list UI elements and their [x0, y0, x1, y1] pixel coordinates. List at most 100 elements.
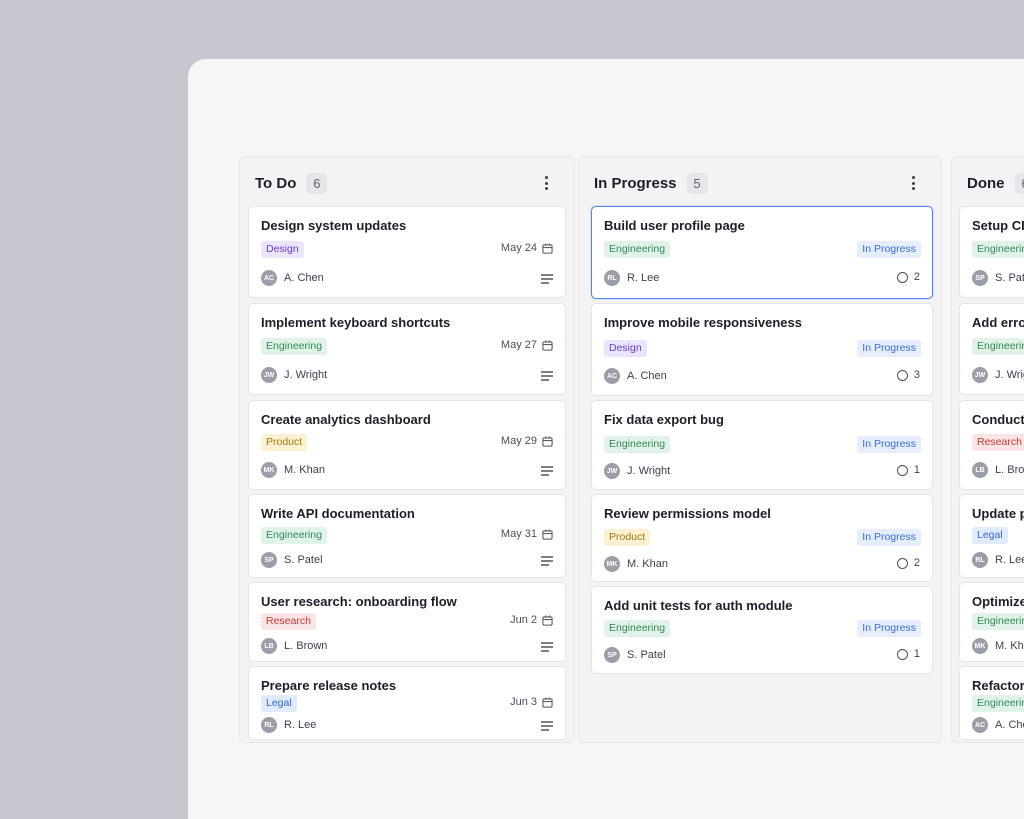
category-tag: Engineering [604, 620, 671, 637]
task-card-selected[interactable]: Build user profile page Engineering In P… [591, 206, 933, 299]
column-menu-icon[interactable] [905, 174, 921, 192]
card-title: Design system updates [261, 218, 407, 233]
assignee-name: R. Lee [995, 554, 1024, 566]
card-title: Prepare release notes [261, 678, 397, 693]
category-tag: Legal [261, 695, 297, 712]
card-title: Add unit tests for auth module [604, 598, 793, 613]
category-tag: Engineering [261, 527, 328, 544]
due-date: May 24 [501, 242, 553, 254]
column-title: Done [967, 174, 1005, 192]
assignee-name: M. Khan [627, 558, 668, 570]
avatar: SP [972, 270, 988, 286]
subtask-circle-icon [896, 557, 908, 569]
card-title: Improve mobile responsiveness [604, 315, 802, 330]
subtask-count-text: 3 [913, 369, 920, 381]
kanban-board-window: To Do 6 Design system updates Design May… [188, 59, 1024, 819]
due-date: May 31 [501, 528, 553, 540]
task-card[interactable]: Add unit tests for auth module Engineeri… [591, 586, 933, 674]
description-lines-icon [541, 371, 553, 381]
column-menu-icon[interactable] [538, 174, 554, 192]
task-card[interactable]: Update p Legal RL R. Lee [959, 494, 1024, 578]
avatar: SP [604, 647, 620, 663]
category-tag: Engineering [972, 695, 1024, 712]
card-title: Refactor r [972, 678, 1024, 693]
due-date-text: May 31 [500, 528, 537, 540]
avatar: RL [972, 552, 988, 568]
assignee-name: S. Patel [284, 554, 323, 566]
subtask-count-text: 1 [913, 648, 920, 660]
description-lines-icon [541, 274, 553, 284]
task-card[interactable]: Implement keyboard shortcuts Engineering… [248, 303, 566, 395]
subtask-count-text: 2 [913, 271, 920, 283]
category-tag: Engineering [261, 338, 328, 355]
column-header: Done 6 [967, 172, 1024, 194]
due-date-text: May 29 [500, 435, 537, 447]
category-tag: Engineering [604, 436, 671, 453]
assignee-name: A. Chen [627, 370, 667, 382]
card-title: Update p [972, 506, 1024, 521]
task-card[interactable]: Conduct Research LB L. Brow [959, 400, 1024, 490]
task-card[interactable]: Setup CI/ Engineering SP S. Pate [959, 206, 1024, 298]
subtask-circle-icon [896, 369, 908, 381]
subtask-circle-icon [896, 648, 908, 660]
column-count-badge: 6 [306, 172, 328, 194]
task-card[interactable]: Write API documentation Engineering May … [248, 494, 566, 578]
task-card[interactable]: Create analytics dashboard Product May 2… [248, 400, 566, 490]
card-title: Optimize [972, 594, 1024, 609]
description-lines-icon [541, 556, 553, 566]
subtask-circle-icon [896, 271, 908, 283]
card-title: Build user profile page [604, 218, 745, 233]
column-header: To Do 6 [255, 172, 328, 194]
assignee-name: R. Lee [284, 719, 317, 731]
avatar: JW [261, 367, 277, 383]
task-card[interactable]: Add error Engineering JW J. Wrig [959, 303, 1024, 395]
status-badge: In Progress [857, 340, 921, 357]
assignee-name: L. Brow [995, 464, 1024, 476]
subtask-count-text: 1 [913, 464, 920, 476]
card-title: Create analytics dashboard [261, 412, 431, 427]
subtask-circle-icon [896, 464, 908, 476]
task-card[interactable]: Optimize Engineering MK M. Kha [959, 582, 1024, 662]
assignee-name: R. Lee [627, 272, 660, 284]
column-done: Done 6 Setup CI/ Engineering SP S. Pate … [951, 156, 1024, 743]
column-count-badge: 6 [1014, 172, 1024, 194]
task-card[interactable]: Improve mobile responsiveness Design In … [591, 303, 933, 396]
card-title: Write API documentation [261, 506, 415, 521]
avatar: JW [972, 367, 988, 383]
subtask-count-text: 2 [913, 557, 920, 569]
category-tag: Design [604, 340, 647, 357]
avatar: SP [261, 552, 277, 568]
due-date: Jun 3 [510, 696, 553, 708]
description-lines-icon [541, 642, 553, 652]
avatar: AC [604, 368, 620, 384]
task-card[interactable]: Refactor r Engineering AC A. Che [959, 666, 1024, 740]
assignee-name: A. Chen [284, 272, 324, 284]
task-card[interactable]: User research: onboarding flow Research … [248, 582, 566, 662]
category-tag: Product [604, 529, 651, 546]
category-tag: Product [261, 434, 308, 451]
task-card[interactable]: Review permissions model Product In Prog… [591, 494, 933, 582]
subtask-count: 1 [896, 648, 920, 660]
assignee-name: M. Khan [284, 464, 325, 476]
category-tag: Research [261, 613, 316, 630]
card-title: Add error [972, 315, 1024, 330]
description-lines-icon [541, 721, 553, 731]
assignee-name: A. Che [995, 719, 1024, 731]
description-lines-icon [541, 466, 553, 476]
task-card[interactable]: Prepare release notes Legal Jun 3 RL R. … [248, 666, 566, 740]
subtask-count: 1 [896, 464, 920, 476]
avatar: RL [261, 717, 277, 733]
calendar-icon [542, 339, 553, 351]
calendar-icon [542, 528, 553, 540]
avatar: RL [604, 270, 620, 286]
task-card[interactable]: Fix data export bug Engineering In Progr… [591, 400, 933, 490]
subtask-count: 2 [896, 557, 920, 569]
due-date: Jun 2 [510, 614, 553, 626]
card-title: Fix data export bug [604, 412, 724, 427]
calendar-icon [542, 242, 553, 254]
calendar-icon [542, 435, 553, 447]
due-date-text: May 27 [500, 339, 537, 351]
card-title: Setup CI/ [972, 218, 1024, 233]
assignee-name: S. Pate [995, 272, 1024, 284]
task-card[interactable]: Design system updates Design May 24 AC A… [248, 206, 566, 298]
